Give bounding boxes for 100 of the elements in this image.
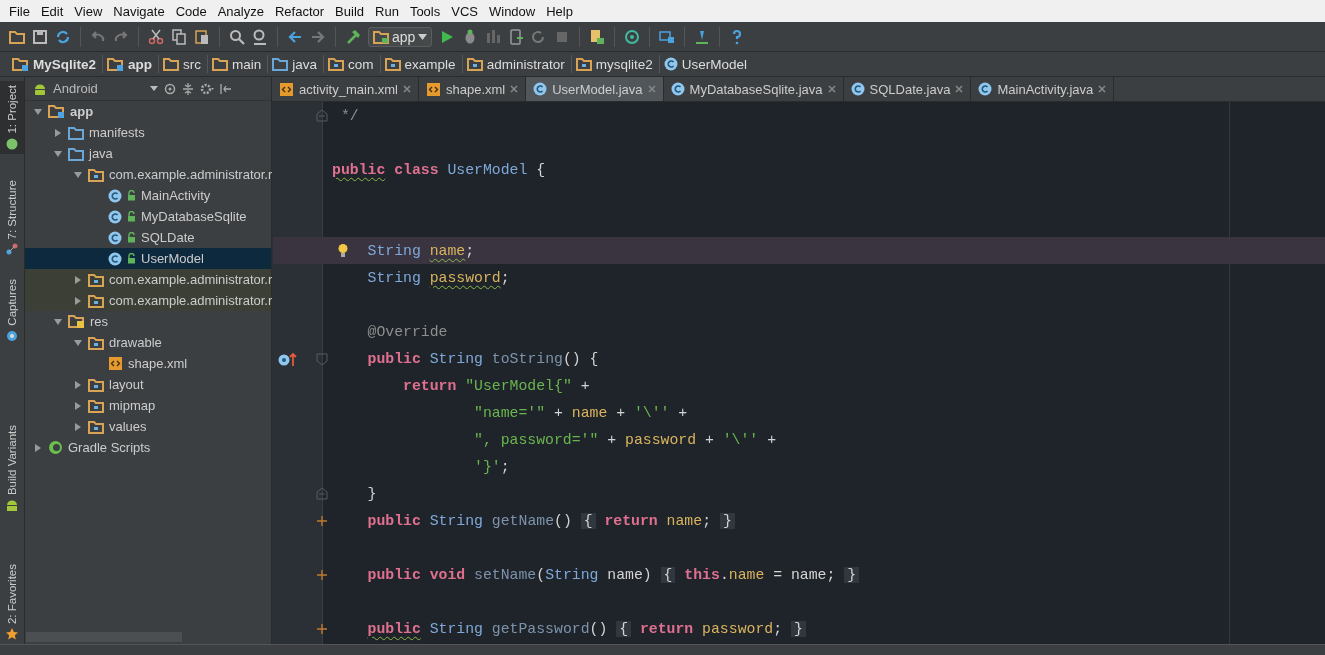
search-icon[interactable] bbox=[229, 28, 245, 45]
breadcrumb-item[interactable]: MySqlite2 bbox=[33, 56, 97, 72]
cut-icon[interactable] bbox=[148, 28, 164, 45]
close-icon[interactable] bbox=[827, 85, 836, 93]
tree-item[interactable]: SQLDate bbox=[141, 230, 195, 245]
tool-window-tab[interactable]: 2: Favorites bbox=[0, 559, 24, 644]
structure-icon[interactable] bbox=[659, 28, 676, 45]
editor-tab[interactable]: SQLDate.java bbox=[843, 77, 972, 101]
menu-item[interactable]: Run bbox=[370, 3, 405, 19]
menu-item[interactable]: Build bbox=[330, 3, 370, 19]
menu-item[interactable]: Navigate bbox=[108, 3, 171, 19]
tree-item[interactable]: res bbox=[90, 314, 109, 329]
run-configuration-dropdown[interactable]: app bbox=[368, 26, 433, 47]
breadcrumb-item[interactable]: mysqlite2 bbox=[595, 56, 653, 72]
hide-panel-icon[interactable] bbox=[220, 82, 232, 95]
replace-icon[interactable] bbox=[252, 28, 268, 45]
menu-item[interactable]: Analyze bbox=[212, 3, 270, 19]
tree-item[interactable]: MainActivity bbox=[141, 188, 211, 203]
breadcrumb-item[interactable]: example bbox=[404, 56, 456, 72]
tool-window-tab[interactable]: 1: Project bbox=[0, 81, 24, 154]
project-view-dropdown[interactable]: Android bbox=[33, 81, 158, 96]
paste-icon[interactable] bbox=[194, 28, 210, 45]
menu-item[interactable]: Window bbox=[483, 3, 542, 19]
hammer-icon[interactable] bbox=[345, 28, 361, 45]
tree-item[interactable]: drawable bbox=[109, 335, 162, 350]
fold-marker-icon[interactable] bbox=[316, 487, 328, 500]
tool-window-tab[interactable]: Captures bbox=[0, 275, 24, 346]
tree-item[interactable]: MyDatabaseSqlite bbox=[141, 209, 247, 224]
breadcrumb-item[interactable]: app bbox=[128, 56, 153, 72]
breadcrumb-item[interactable]: com bbox=[348, 56, 374, 72]
fold-marker-icon[interactable] bbox=[316, 109, 328, 122]
expanded-arrow-icon[interactable] bbox=[53, 148, 63, 159]
menu-item[interactable]: Code bbox=[170, 3, 213, 19]
forward-icon[interactable] bbox=[310, 28, 326, 45]
menu-item[interactable]: Edit bbox=[35, 3, 70, 19]
collapsed-arrow-icon[interactable] bbox=[33, 442, 43, 453]
folder-icon[interactable] bbox=[9, 28, 25, 45]
close-icon[interactable] bbox=[647, 85, 656, 93]
expanded-arrow-icon[interactable] bbox=[73, 337, 83, 348]
folder-icon bbox=[328, 57, 345, 71]
scrollbar[interactable] bbox=[26, 632, 182, 642]
breadcrumb-item[interactable]: java bbox=[292, 56, 318, 72]
back-icon[interactable] bbox=[287, 28, 303, 45]
menu-item[interactable]: Refactor bbox=[269, 3, 331, 19]
folder-icon bbox=[88, 377, 104, 392]
phone-icon[interactable] bbox=[508, 28, 525, 45]
expand-fold-icon[interactable] bbox=[316, 514, 328, 527]
sync-gradle-icon[interactable] bbox=[624, 28, 641, 45]
menu-item[interactable]: View bbox=[69, 3, 109, 19]
tree-item[interactable]: com.example.administrator.r bbox=[109, 167, 273, 182]
menu-item[interactable]: File bbox=[4, 3, 36, 19]
breadcrumb-item[interactable]: administrator bbox=[486, 56, 565, 72]
editor-tab[interactable]: UserModel.java bbox=[526, 77, 664, 101]
collapse-icon[interactable] bbox=[182, 82, 194, 95]
sdk-icon[interactable] bbox=[589, 28, 606, 45]
tree-item[interactable]: Gradle Scripts bbox=[68, 440, 151, 455]
breadcrumb-item[interactable]: UserModel bbox=[681, 56, 747, 72]
collapsed-arrow-icon[interactable] bbox=[53, 127, 63, 138]
code-line: public String getPassword() { return password; } bbox=[367, 620, 806, 637]
folder-icon bbox=[272, 57, 289, 71]
editor-tab[interactable]: shape.xml bbox=[418, 77, 527, 101]
close-icon[interactable] bbox=[402, 85, 411, 93]
editor-tab[interactable]: activity_main.xml bbox=[272, 77, 419, 101]
menu-item[interactable]: Help bbox=[541, 3, 579, 19]
tree-item[interactable]: values bbox=[109, 419, 147, 434]
xml-file-icon bbox=[108, 356, 123, 371]
tree-item[interactable]: mipmap bbox=[109, 398, 156, 413]
breadcrumb-item[interactable]: src bbox=[183, 56, 202, 72]
collapsed-arrow-icon[interactable] bbox=[73, 421, 83, 432]
breadcrumb-item[interactable]: main bbox=[232, 56, 262, 72]
tree-item[interactable]: UserModel bbox=[141, 251, 204, 266]
tool-window-tab[interactable]: 7: Structure bbox=[0, 175, 24, 260]
collapsed-arrow-icon[interactable] bbox=[73, 274, 83, 285]
expanded-arrow-icon[interactable] bbox=[33, 106, 43, 117]
tree-item[interactable]: app bbox=[70, 104, 94, 119]
menu-item[interactable]: VCS bbox=[446, 3, 484, 19]
expand-fold-icon[interactable] bbox=[316, 622, 328, 635]
expanded-arrow-icon[interactable] bbox=[53, 316, 63, 327]
copy-icon[interactable] bbox=[171, 28, 187, 45]
tree-item[interactable]: java bbox=[89, 146, 113, 161]
collapsed-arrow-icon[interactable] bbox=[73, 295, 83, 306]
close-icon[interactable] bbox=[1098, 85, 1107, 93]
editor-tab[interactable]: MyDatabaseSqlite.java bbox=[663, 77, 844, 101]
expanded-arrow-icon[interactable] bbox=[73, 169, 83, 180]
fold-marker-icon[interactable] bbox=[316, 352, 328, 365]
close-icon[interactable] bbox=[955, 85, 964, 93]
expand-fold-icon[interactable] bbox=[316, 568, 328, 581]
code-line: ", password='" + password + '\'' + bbox=[474, 431, 776, 448]
editor-tab[interactable]: MainActivity.java bbox=[971, 77, 1115, 101]
save-icon[interactable] bbox=[32, 28, 48, 45]
tree-item[interactable]: manifests bbox=[89, 125, 145, 140]
tree-item[interactable]: shape.xml bbox=[128, 356, 188, 371]
menu-item[interactable]: Tools bbox=[404, 3, 447, 19]
tree-item[interactable]: layout bbox=[109, 377, 144, 392]
close-icon[interactable] bbox=[510, 85, 519, 93]
collapsed-arrow-icon[interactable] bbox=[73, 400, 83, 411]
collapsed-arrow-icon[interactable] bbox=[73, 379, 83, 390]
target-icon[interactable] bbox=[164, 82, 176, 95]
tool-window-tab[interactable]: Build Variants bbox=[0, 420, 24, 515]
sync-icon[interactable] bbox=[55, 28, 71, 45]
